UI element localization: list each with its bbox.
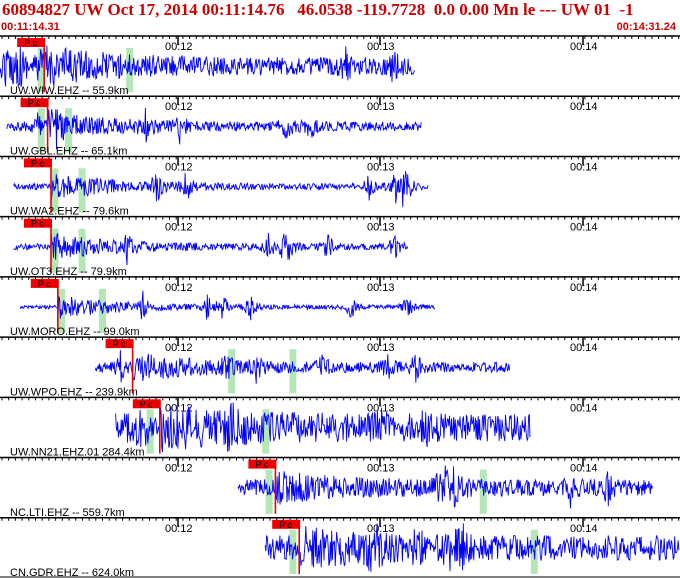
waveform [94, 350, 511, 384]
station-label: UW.WIW.EHZ -- 55.9km [10, 85, 129, 97]
time-tick-label: 00:14 [570, 523, 598, 535]
time-tick-label: 00:14 [570, 161, 598, 173]
pick-label: P c [38, 279, 51, 289]
pick-label: P c [255, 460, 268, 470]
time-tick-label: 00:13 [367, 222, 395, 234]
pick-label: P c [28, 98, 41, 108]
station-label: UW.MORO.EHZ -- 99.0km [10, 326, 140, 338]
time-tick-label: 00:12 [165, 523, 193, 535]
highlight-band [289, 529, 297, 574]
time-tick-label: 00:13 [367, 523, 395, 535]
trace-row[interactable]: 00:12 00:13 00:14 P c NC.LTI.EHZ -- 559.7km [0, 456, 680, 519]
time-tick-label: 00:14 [570, 282, 598, 294]
waveform [0, 45, 415, 88]
waveform [19, 290, 436, 321]
station-label: UW.OT3.EHZ -- 79.9km [10, 266, 127, 278]
seismogram-panel[interactable]: 00:12 00:13 00:14P cUW.WIW.EHZ -- 55.9km00… [0, 0, 680, 578]
station-label: UW.GBL.EHZ -- 65.1km [10, 145, 127, 157]
trace-row[interactable]: 00:12 00:13 00:14 P c UW.MORO.EHZ -- 99.0km [0, 276, 680, 338]
station-label: CN.GDR.EHZ -- 624.0km [10, 567, 134, 578]
trace-row[interactable]: 00:12 00:13 00:14 P c UW.WPO.EHZ -- 239.9km [0, 336, 680, 398]
time-tick-label: 00:14 [570, 222, 598, 234]
trace-row[interactable]: 00:12 00:13 00:14 P c UW.OT3.EHZ -- 79.9km [0, 215, 680, 278]
time-tick-label: 00:13 [367, 342, 395, 354]
time-tick-label: 00:13 [367, 402, 395, 414]
pick-label: P c [140, 399, 153, 409]
trace-row[interactable]: 00:12 00:13 00:14P cUW.NN21.EHZ.01 284.4km [0, 396, 680, 459]
station-label: UW.WA2.EHZ -- 79.6km [10, 206, 129, 218]
time-tick-label: 00:13 [367, 463, 395, 475]
pick-label: P c [31, 158, 44, 168]
time-tick-label: 00:13 [367, 282, 395, 294]
time-tick-label: 00:12 [165, 463, 193, 475]
trace-row[interactable]: 00:12 00:13 00:14 P c UW.GBL.EHZ -- 65.1km [0, 95, 680, 157]
trace-row[interactable]: 00:12 00:13 00:14 P c CN.GDR.EHZ -- 624.0km [0, 517, 680, 578]
time-tick-label: 00:14 [570, 402, 598, 414]
time-tick-label: 00:12 [165, 282, 193, 294]
time-tick-label: 00:12 [165, 342, 193, 354]
pick-label: P c [113, 339, 126, 349]
time-tick-label: 00:13 [367, 101, 395, 113]
time-tick-label: 00:14 [570, 41, 598, 53]
time-tick-label: 00:12 [165, 41, 193, 53]
trace-row[interactable]: 00:12 00:13 00:14 P c UW.WA2.EHZ -- 79.6km [0, 155, 680, 218]
waveform [13, 232, 409, 266]
station-label: NC.LTI.EHZ -- 559.7km [10, 507, 125, 519]
time-tick-label: 00:12 [165, 101, 193, 113]
time-tick-label: 00:13 [367, 161, 395, 173]
time-tick-label: 00:12 [165, 222, 193, 234]
pick-label: P c [279, 520, 292, 530]
pick-label: P c [24, 38, 37, 48]
pick-label: P c [31, 219, 44, 229]
waveform [264, 523, 680, 572]
waveform [13, 171, 429, 208]
time-tick-label: 00:14 [570, 101, 598, 113]
trace-row[interactable]: 00:12 00:13 00:14 P c UW.WIW.EHZ -- 55.9km [0, 35, 680, 97]
time-tick-label: 00:13 [367, 41, 395, 53]
time-tick-label: 00:12 [165, 161, 193, 173]
time-tick-label: 00:14 [570, 342, 598, 354]
station-label: UW.NN21.EHZ.01 284.4km [10, 447, 145, 459]
station-label: UW.WPO.EHZ -- 239.9km [10, 386, 138, 398]
time-tick-label: 00:14 [570, 463, 598, 475]
